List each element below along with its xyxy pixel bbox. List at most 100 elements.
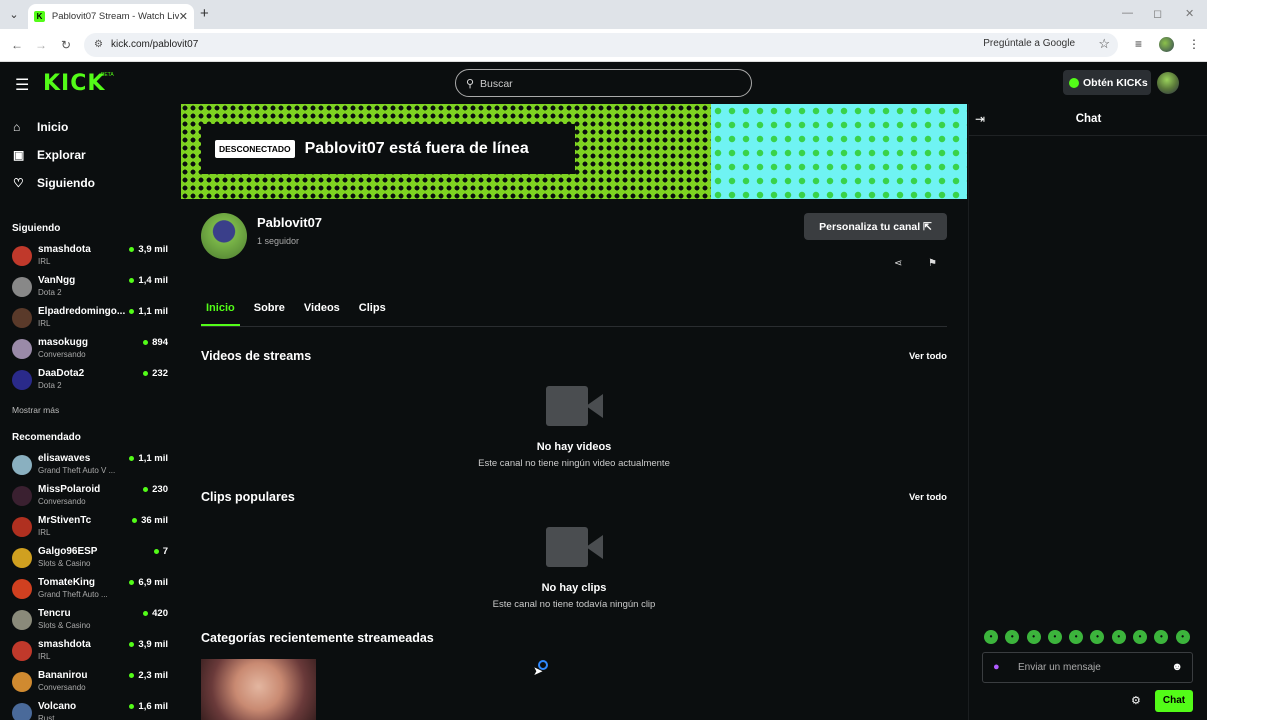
get-kicks-button[interactable]: Obtén KICKs xyxy=(1063,70,1151,95)
channel-item-name: elisawaves xyxy=(38,453,91,464)
live-dot-icon xyxy=(143,371,149,376)
channel-item-name: Tencru xyxy=(38,608,71,619)
home-icon: ⌂ xyxy=(13,120,21,134)
viewer-count: 1,4 mil xyxy=(138,275,168,286)
kick-page: ☰ KICK BETA ⚲ Buscar Obtén KICKs ⌂ Inici… xyxy=(0,62,1207,720)
tab-inicio[interactable]: Inicio xyxy=(201,302,240,326)
emote-icon[interactable]: • xyxy=(1026,630,1041,644)
emote-icon[interactable]: • xyxy=(1111,630,1126,644)
site-info-icon[interactable]: ⚙ xyxy=(94,39,103,50)
channel-item-viewers: 36 mil xyxy=(132,515,168,526)
channel-item-name: Galgo96ESP xyxy=(38,546,98,557)
sidebar-channel-item[interactable]: elisawaves Grand Theft Auto V ... 1,1 mil xyxy=(12,451,170,481)
viewer-count: 230 xyxy=(152,484,168,495)
live-dot-icon xyxy=(129,580,135,585)
tab-search-icon[interactable]: ⌄ xyxy=(6,7,22,23)
menu-hamburger-icon[interactable]: ☰ xyxy=(15,75,29,95)
browser-menu-icon[interactable]: ⋮ xyxy=(1188,37,1200,51)
channel-item-viewers: 1,1 mil xyxy=(129,453,168,464)
url-text[interactable]: kick.com/pablovit07 xyxy=(111,39,198,50)
viewer-count: 3,9 mil xyxy=(138,639,168,650)
clips-see-all-link[interactable]: Ver todo xyxy=(909,492,947,503)
emote-icon[interactable]: • xyxy=(1154,630,1169,644)
omnibox[interactable]: ⚙ kick.com/pablovit07 Pregúntale a Googl… xyxy=(84,33,1118,57)
sidebar-channel-item[interactable]: MrStivenTc IRL 36 mil xyxy=(12,513,170,543)
forward-icon[interactable]: → xyxy=(35,38,47,52)
sidebar-channel-item[interactable]: Bananirou Conversando 2,3 mil xyxy=(12,668,170,698)
channel-avatar[interactable] xyxy=(201,213,247,259)
chat-title: Chat xyxy=(1075,113,1102,125)
sidebar-channel-item[interactable]: Volcano Rust 1,6 mil xyxy=(12,699,170,720)
tab-close-icon[interactable]: ✕ xyxy=(179,10,188,23)
emote-icon[interactable]: • xyxy=(1047,630,1062,644)
extensions-icon[interactable]: ≡ xyxy=(1135,37,1142,51)
channel-avatar-icon xyxy=(12,486,32,506)
emote-icon[interactable]: • xyxy=(1069,630,1084,644)
sidebar-channel-item[interactable]: Galgo96ESP Slots & Casino 7 xyxy=(12,544,170,574)
no-clips-subtitle: Este canal no tiene todavía ningún clip xyxy=(492,599,656,610)
browser-tab[interactable]: K Pablovit07 Stream - Watch Live ✕ xyxy=(28,4,194,29)
new-tab-button[interactable]: + xyxy=(200,5,209,22)
chat-message-input[interactable]: ● Enviar un mensaje ☻ xyxy=(982,652,1193,683)
emote-icon[interactable]: • xyxy=(1090,630,1105,644)
channel-avatar-icon xyxy=(12,641,32,661)
no-videos-subtitle: Este canal no tiene ningún video actualm… xyxy=(478,458,670,469)
kicks-coin-icon xyxy=(1069,77,1079,88)
sidebar-channel-item[interactable]: smashdota IRL 3,9 mil xyxy=(12,637,170,667)
back-icon[interactable]: ← xyxy=(11,38,23,52)
chat-settings-gear-icon[interactable]: ⚙ xyxy=(1131,694,1141,707)
video-camera-icon xyxy=(546,386,603,426)
live-dot-icon xyxy=(129,247,135,252)
sidebar-channel-item[interactable]: Elpadredomingo... IRL 1,1 mil xyxy=(12,304,170,334)
sidebar-channel-item[interactable]: Tencru Slots & Casino 420 xyxy=(12,606,170,636)
restore-button[interactable]: ◻ xyxy=(1153,7,1162,20)
emote-icon[interactable]: • xyxy=(984,630,998,644)
sidebar-channel-item[interactable]: masokugg Conversando 894 xyxy=(12,335,170,365)
user-avatar[interactable] xyxy=(1157,72,1179,94)
channel-avatar-icon xyxy=(12,339,32,359)
live-dot-icon xyxy=(153,549,159,554)
user-action-icon[interactable]: ⚑ xyxy=(928,258,937,269)
sidebar-channel-item[interactable]: TomateKing Grand Theft Auto ... 6,9 mil xyxy=(12,575,170,605)
nav-explore[interactable]: ▣ Explorar xyxy=(13,148,86,162)
share-icon[interactable]: ⋖ xyxy=(894,258,902,269)
close-window-button[interactable]: ✕ xyxy=(1185,7,1194,20)
nav-home[interactable]: ⌂ Inicio xyxy=(13,120,68,134)
category-thumbnail[interactable] xyxy=(201,659,316,720)
bookmark-star-icon[interactable]: ☆ xyxy=(1098,36,1110,52)
channel-avatar-icon xyxy=(12,455,32,475)
sidebar-channel-item[interactable]: VanNgg Dota 2 1,4 mil xyxy=(12,273,170,303)
channel-item-category: Dota 2 xyxy=(38,381,62,390)
sidebar-channel-item[interactable]: MissPolaroid Conversando 230 xyxy=(12,482,170,512)
live-dot-icon xyxy=(129,704,135,709)
ask-google-button[interactable]: Pregúntale a Google xyxy=(983,38,1075,49)
tab-videos[interactable]: Videos xyxy=(299,302,345,326)
viewer-count: 7 xyxy=(162,546,168,557)
tab-clips[interactable]: Clips xyxy=(354,302,391,326)
channel-item-category: Grand Theft Auto V ... xyxy=(38,466,116,475)
sidebar-channel-item[interactable]: smashdota IRL 3,9 mil xyxy=(12,242,170,272)
nav-following[interactable]: ♡ Siguiendo xyxy=(13,176,95,190)
browser-profile-avatar[interactable] xyxy=(1159,37,1174,52)
minimize-button[interactable]: — xyxy=(1122,7,1133,19)
show-more-link[interactable]: Mostrar más xyxy=(12,405,59,415)
sidebar-channel-item[interactable]: DaaDota2 Dota 2 232 xyxy=(12,366,170,396)
live-dot-icon xyxy=(143,487,149,492)
microphone-icon[interactable]: ● xyxy=(993,661,1000,673)
emote-icon[interactable]: • xyxy=(1133,630,1148,644)
kick-logo[interactable]: KICK xyxy=(43,71,105,96)
emote-icon[interactable]: • xyxy=(1175,630,1190,644)
reload-icon[interactable]: ↻ xyxy=(61,38,71,52)
videos-see-all-link[interactable]: Ver todo xyxy=(909,351,947,362)
emote-icon[interactable]: • xyxy=(1005,630,1020,644)
tab-sobre[interactable]: Sobre xyxy=(249,302,290,326)
channel-item-name: smashdota xyxy=(38,639,91,650)
live-dot-icon xyxy=(129,673,135,678)
search-input[interactable]: ⚲ Buscar xyxy=(455,69,752,97)
browser-window: ⌄ K Pablovit07 Stream - Watch Live ✕ + —… xyxy=(0,0,1207,720)
customize-channel-button[interactable]: Personaliza tu canal ⇱ xyxy=(804,213,947,240)
emoji-picker-icon[interactable]: ☻ xyxy=(1171,661,1183,673)
emote-bar: • • • • • • • • • • xyxy=(984,630,1197,644)
chat-send-button[interactable]: Chat xyxy=(1155,690,1193,712)
viewer-count: 1,1 mil xyxy=(138,306,168,317)
